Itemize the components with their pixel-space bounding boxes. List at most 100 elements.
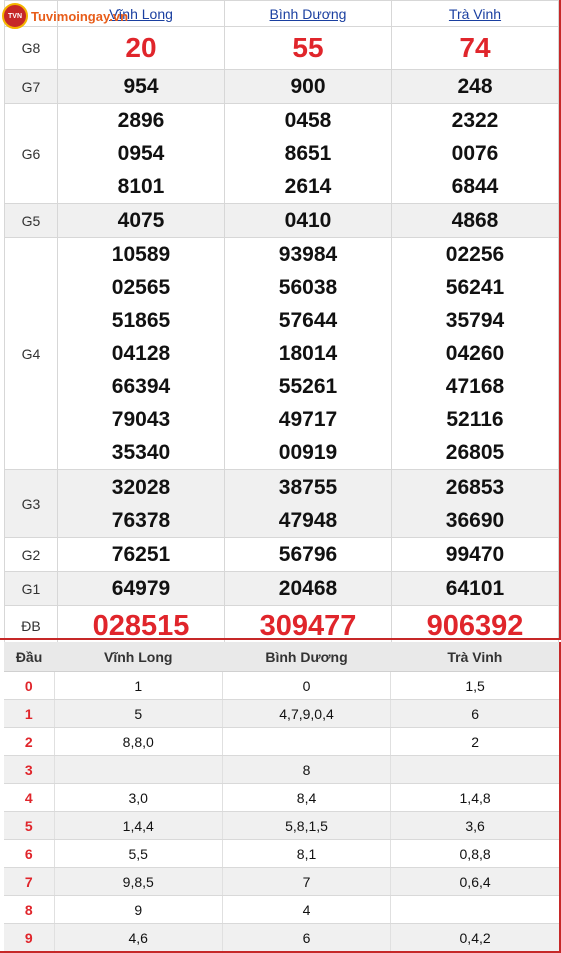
prize-label: G6 <box>4 103 58 204</box>
loto-head-digit: 0 <box>4 671 55 700</box>
logo-text: Tuvimoingay.vn <box>31 8 129 24</box>
prize-number: 35794 <box>445 309 505 332</box>
prize-number: 74 <box>391 26 559 70</box>
prize-number: 47168 <box>445 375 505 398</box>
prize-number: 93984 <box>278 243 338 266</box>
prize-number: 49717 <box>278 408 338 431</box>
loto-row: 3 8 <box>4 755 559 784</box>
loto-cell: 3,0 <box>53 783 223 812</box>
loto-cell: 4 <box>221 895 391 924</box>
loto-cell: 0,4,2 <box>390 923 559 952</box>
prize-number: 26805 <box>445 441 505 464</box>
prize-number: 20 <box>57 26 225 70</box>
loto-cell: 0 <box>221 671 391 700</box>
prize-number: 47948 <box>278 508 338 532</box>
loto-cell: 8 <box>221 755 391 784</box>
loto-cell: 6 <box>221 923 391 952</box>
loto-head-digit: 6 <box>4 839 55 868</box>
logo-badge-icon: TVN <box>2 3 28 29</box>
loto-row: 4 3,0 8,4 1,4,8 <box>4 783 559 812</box>
loto-cell: 1,5 <box>390 671 559 700</box>
special-prize-number: 028515 <box>57 605 225 647</box>
prize-number: 18014 <box>278 342 338 365</box>
prize-number: 2614 <box>284 175 332 198</box>
prize-row-g5: G5 4075 0410 4868 <box>4 203 559 238</box>
prize-label: G8 <box>4 26 58 70</box>
prize-number: 76251 <box>57 537 225 572</box>
prize-label: ĐB <box>4 605 58 647</box>
prize-label: G1 <box>4 571 58 606</box>
prize-number: 954 <box>57 69 225 104</box>
loto-row: 6 5,5 8,1 0,8,8 <box>4 839 559 868</box>
prize-label: G7 <box>4 69 58 104</box>
loto-cell <box>390 755 559 784</box>
prize-row-g3: G3 32028 76378 38755 47948 26853 36690 <box>4 469 559 538</box>
province-link-binh-duong[interactable]: Bình Dương <box>270 6 347 22</box>
loto-header-head: Đầu <box>4 642 55 672</box>
prize-number: 900 <box>224 69 392 104</box>
prize-number: 02256 <box>445 243 505 266</box>
prize-number: 57644 <box>278 309 338 332</box>
prize-number: 35340 <box>111 441 171 464</box>
loto-cell: 4,6 <box>53 923 223 952</box>
loto-head-digit: 4 <box>4 783 55 812</box>
prize-row-g1: G1 64979 20468 64101 <box>4 571 559 606</box>
prize-number: 8101 <box>117 175 165 198</box>
prize-row-g8: G8 20 55 74 <box>4 26 559 70</box>
prize-number: 10589 <box>111 243 171 266</box>
prize-number: 55261 <box>278 375 338 398</box>
special-prize-number: 906392 <box>391 605 559 647</box>
prize-number: 0076 <box>451 142 499 165</box>
prize-number: 0954 <box>117 142 165 165</box>
prize-number: 99470 <box>391 537 559 572</box>
province-link-tra-vinh[interactable]: Trà Vinh <box>449 6 501 22</box>
loto-head-digit: 8 <box>4 895 55 924</box>
prize-number: 36690 <box>445 508 505 532</box>
prize-number: 56038 <box>278 276 338 299</box>
loto-cell: 5,5 <box>53 839 223 868</box>
loto-cell: 1,4,4 <box>53 811 223 840</box>
site-logo[interactable]: TVN Tuvimoingay.vn <box>2 0 128 32</box>
loto-cell: 8,8,0 <box>53 727 223 756</box>
prize-number: 56796 <box>224 537 392 572</box>
prize-number: 2896 <box>117 109 165 132</box>
loto-cell: 9 <box>53 895 223 924</box>
prize-number: 76378 <box>111 508 171 532</box>
prize-label: G2 <box>4 537 58 572</box>
prize-number: 51865 <box>111 309 171 332</box>
loto-header-col: Trà Vinh <box>390 642 559 672</box>
loto-row: 8 9 4 <box>4 895 559 924</box>
loto-header-row: Đầu Vĩnh Long Bình Dương Trà Vinh <box>4 642 559 672</box>
loto-cell: 5,8,1,5 <box>221 811 391 840</box>
loto-header-col: Vĩnh Long <box>54 642 223 672</box>
loto-cell: 5 <box>53 699 223 728</box>
prize-number: 32028 <box>111 475 171 499</box>
loto-cell: 8,1 <box>221 839 391 868</box>
prize-number: 20468 <box>224 571 392 606</box>
prize-number: 00919 <box>278 441 338 464</box>
loto-cell: 2 <box>390 727 559 756</box>
loto-cell: 8,4 <box>221 783 391 812</box>
loto-row: 1 5 4,7,9,0,4 6 <box>4 699 559 728</box>
prize-row-g4: G4 10589 02565 51865 04128 66394 79043 3… <box>4 237 559 470</box>
prize-number: 55 <box>224 26 392 70</box>
loto-cell: 9,8,5 <box>53 867 223 896</box>
loto-cell: 1,4,8 <box>390 783 559 812</box>
prize-number: 64101 <box>391 571 559 606</box>
loto-row: 5 1,4,4 5,8,1,5 3,6 <box>4 811 559 840</box>
loto-cell <box>53 755 223 784</box>
prize-number: 04128 <box>111 342 171 365</box>
prize-number: 2322 <box>451 109 499 132</box>
prize-number: 66394 <box>111 375 171 398</box>
prize-row-g7: G7 954 900 248 <box>4 69 559 104</box>
prize-number: 4868 <box>391 203 559 238</box>
loto-header-col: Bình Dương <box>222 642 391 672</box>
prize-label: G3 <box>4 469 58 538</box>
loto-cell: 7 <box>221 867 391 896</box>
prize-number: 0410 <box>224 203 392 238</box>
loto-head-digit: 9 <box>4 923 55 952</box>
loto-row: 9 4,6 6 0,4,2 <box>4 923 559 952</box>
prize-number: 56241 <box>445 276 505 299</box>
special-prize-number: 309477 <box>224 605 392 647</box>
prize-row-g6: G6 2896 0954 8101 0458 8651 2614 2322 00… <box>4 103 559 204</box>
